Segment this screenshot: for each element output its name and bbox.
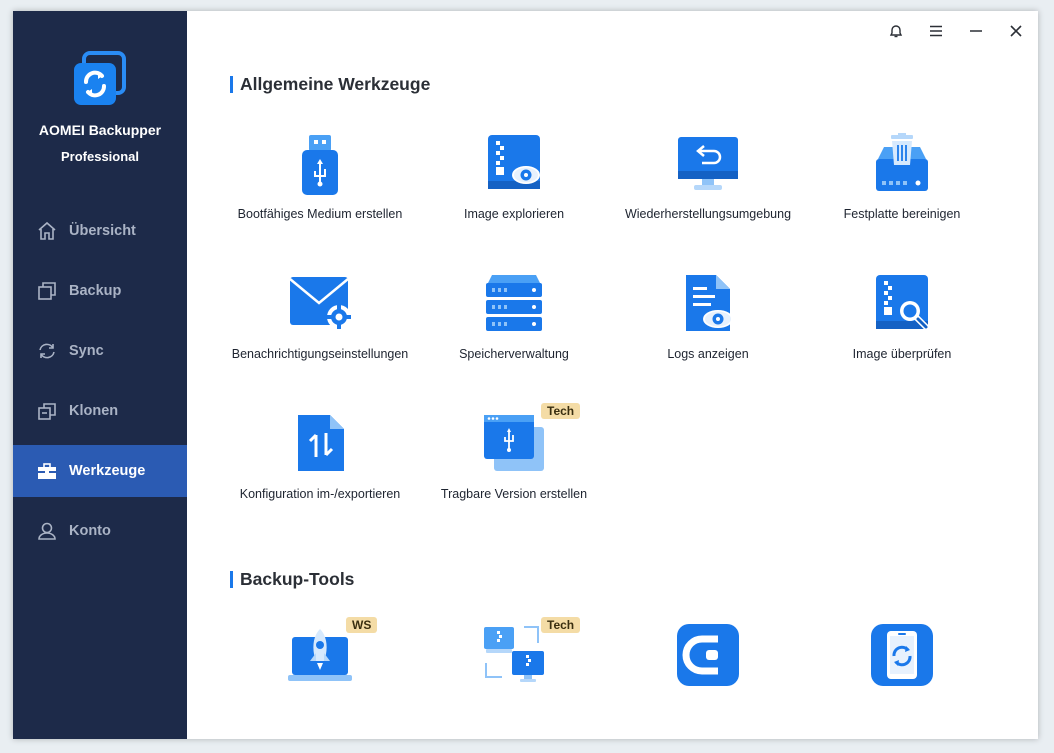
import-export-icon [298, 415, 344, 471]
toolbox-icon [38, 463, 56, 479]
sidebar: AOMEI Backupper Professional Übersicht B… [13, 11, 187, 739]
minimize-icon [970, 30, 982, 32]
tool-label: Bootfähiges Medium erstellen [237, 207, 403, 221]
tool-label: Wiederherstellungsumgebung [624, 207, 792, 221]
tool-disk-wipe[interactable]: Festplatte bereinigen [807, 133, 997, 243]
ws-badge: WS [346, 617, 378, 633]
rocket-laptop-icon [288, 629, 352, 681]
tech-badge: Tech [541, 403, 581, 419]
tool-label: Speicherverwaltung [459, 347, 569, 361]
sidebar-item-clone[interactable]: Klonen [13, 385, 187, 437]
tool-bootable-media[interactable]: Bootfähiges Medium erstellen [225, 133, 415, 243]
backup-icon [38, 282, 56, 300]
tool-portable-version[interactable]: Tragbare Version erstellen [419, 413, 609, 523]
close-icon [1010, 25, 1022, 37]
sidebar-item-backup[interactable]: Backup [13, 265, 187, 317]
tool-cbackup[interactable] [613, 623, 803, 733]
tool-notification-settings[interactable]: Benachrichtigungseinstellungen [225, 273, 415, 383]
sidebar-item-label: Werkzeuge [69, 463, 146, 479]
tool-recovery-environment[interactable]: Wiederherstellungsumgebung [613, 133, 803, 243]
tool-label: Benachrichtigungseinstellungen [231, 347, 409, 361]
app-name: AOMEI Backupper [38, 122, 162, 138]
home-icon [38, 221, 56, 240]
logs-icon [686, 275, 733, 331]
network-backup-icon [484, 626, 544, 682]
mail-settings-icon [289, 277, 351, 329]
usb-icon [302, 135, 338, 195]
tool-network-backup[interactable] [419, 623, 609, 733]
tool-image-explore[interactable]: Image explorieren [419, 133, 609, 243]
tool-storage-management[interactable]: Speicherverwaltung [419, 273, 609, 383]
sidebar-item-overview[interactable]: Übersicht [13, 205, 187, 257]
close-button[interactable] [1004, 19, 1028, 43]
tool-check-image[interactable]: Image überprüfen [807, 273, 997, 383]
sync-icon [39, 343, 55, 359]
tool-rocket-laptop[interactable] [225, 623, 415, 733]
tool-label: Konfiguration im-/exportieren [239, 487, 401, 501]
sidebar-item-account[interactable]: Konto [13, 505, 187, 557]
image-explore-icon [488, 135, 540, 189]
app-window: AOMEI Backupper Professional Übersicht B… [13, 11, 1038, 739]
tool-phone-sync[interactable] [807, 623, 997, 733]
disk-wipe-icon [876, 133, 928, 191]
tool-label: Festplatte bereinigen [843, 207, 961, 221]
sidebar-item-label: Klonen [69, 403, 119, 419]
notifications-button[interactable] [884, 19, 908, 43]
bell-icon [889, 25, 903, 38]
menu-icon [930, 25, 942, 37]
tool-label: Tragbare Version erstellen [440, 487, 588, 501]
cbackup-icon [677, 624, 739, 686]
sidebar-item-label: Backup [69, 283, 122, 299]
tool-import-export-config[interactable]: Konfiguration im-/exportieren [225, 413, 415, 523]
menu-button[interactable] [924, 19, 948, 43]
tool-view-logs[interactable]: Logs anzeigen [613, 273, 803, 383]
clone-icon [38, 403, 56, 420]
sidebar-item-label: Konto [69, 523, 111, 539]
recovery-monitor-icon [678, 137, 738, 190]
tool-label: Image überprüfen [852, 347, 952, 361]
app-logo-icon [74, 51, 126, 105]
image-check-icon [876, 275, 930, 331]
tech-badge: Tech [541, 617, 581, 633]
storage-icon [486, 275, 542, 331]
sidebar-item-sync[interactable]: Sync [13, 325, 187, 377]
tool-label: Logs anzeigen [667, 347, 749, 361]
section-title-general: Allgemeine Werkzeuge [230, 74, 430, 95]
sidebar-item-label: Übersicht [69, 223, 136, 239]
section-title-backup-tools: Backup-Tools [230, 569, 354, 590]
tool-label: Image explorieren [463, 207, 565, 221]
app-edition: Professional [60, 149, 140, 164]
user-icon [38, 522, 56, 540]
phone-sync-icon [871, 624, 933, 686]
sidebar-item-tools[interactable]: Werkzeuge [13, 445, 187, 497]
portable-icon [484, 415, 544, 471]
sidebar-item-label: Sync [69, 343, 104, 359]
minimize-button[interactable] [964, 19, 988, 43]
